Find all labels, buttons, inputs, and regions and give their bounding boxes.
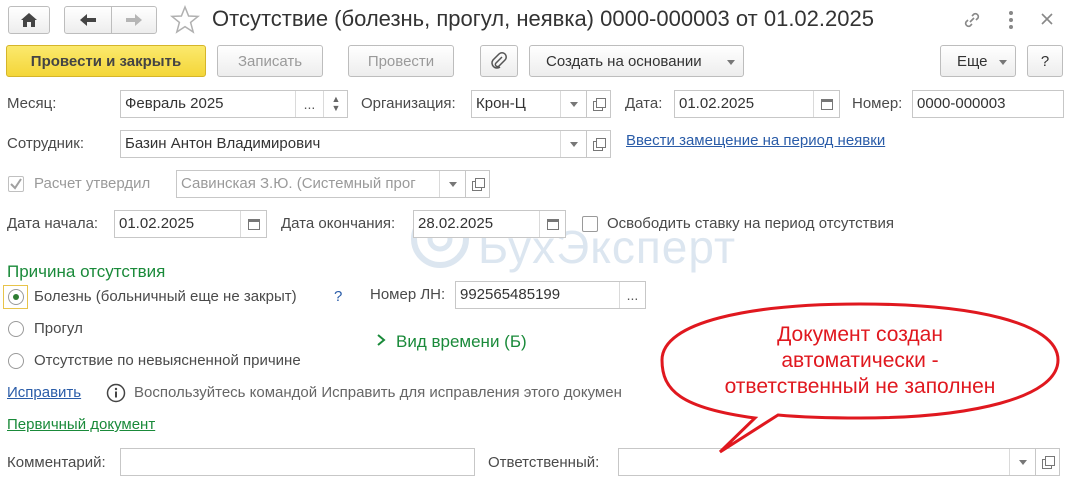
employee-value: Базин Антон Владимирович xyxy=(125,135,321,152)
number-value: 0000-000003 xyxy=(917,95,1006,112)
more-label: Еще xyxy=(957,52,988,70)
close-icon[interactable] xyxy=(1040,12,1054,26)
approved-checkbox[interactable] xyxy=(8,176,24,192)
help-button[interactable]: ? xyxy=(1027,45,1063,77)
attach-button[interactable] xyxy=(480,45,518,77)
chevron-down-icon xyxy=(1018,459,1027,465)
more-vert-icon[interactable] xyxy=(1006,9,1016,31)
sick-number-value: 992565485199 xyxy=(460,286,561,303)
paperclip-icon xyxy=(491,52,507,69)
organization-field[interactable]: Крон-Ц xyxy=(471,90,587,118)
approver-value: Савинская З.Ю. (Системный прог xyxy=(181,175,416,192)
responsible-label: Ответственный: xyxy=(488,454,600,471)
primary-document-link[interactable]: Первичный документ xyxy=(7,416,155,433)
start-date-value: 01.02.2025 xyxy=(119,215,195,232)
page-title: Отсутствие (болезнь, прогул, неявка) 000… xyxy=(212,6,874,31)
create-based-on-button[interactable]: Создать на основании xyxy=(529,45,744,77)
replacement-link[interactable]: Ввести замещение на период неявки xyxy=(626,132,885,149)
calendar-icon xyxy=(546,218,559,230)
release-rate-checkbox[interactable] xyxy=(582,216,598,232)
number-label: Номер: xyxy=(852,95,903,112)
back-button[interactable] xyxy=(64,6,112,34)
approver-dropdown[interactable] xyxy=(439,171,465,197)
sick-number-field[interactable]: 992565485199 ... xyxy=(455,281,646,309)
date-calendar-button[interactable] xyxy=(813,91,839,117)
month-label: Месяц: xyxy=(7,95,57,112)
organization-dropdown[interactable] xyxy=(560,91,586,117)
open-icon xyxy=(471,178,485,191)
chevron-down-icon xyxy=(569,141,578,147)
forward-button[interactable] xyxy=(111,6,157,34)
approver-open-button[interactable] xyxy=(466,170,490,198)
approver-field[interactable]: Савинская З.Ю. (Системный прог xyxy=(176,170,466,198)
arrow-left-icon xyxy=(80,14,96,26)
reason-unknown-label: Отсутствие по невыясненной причине xyxy=(34,352,301,369)
start-date-calendar-button[interactable] xyxy=(240,211,266,237)
chevron-down-icon xyxy=(999,60,1007,65)
approved-label: Расчет утвердил xyxy=(34,175,151,192)
employee-open-button[interactable] xyxy=(587,130,611,158)
help-icon[interactable]: ? xyxy=(334,288,342,305)
comment-field[interactable] xyxy=(120,448,475,476)
chevron-down-icon xyxy=(727,60,735,65)
reason-section-title: Причина отсутствия xyxy=(7,262,166,281)
reason-sick-label: Болезнь (больничный еще не закрыт) xyxy=(34,288,297,305)
more-button[interactable]: Еще xyxy=(940,45,1016,77)
radio-dot xyxy=(13,294,19,300)
start-date-field[interactable]: 01.02.2025 xyxy=(114,210,267,238)
chevron-down-icon xyxy=(448,181,457,187)
star-icon[interactable] xyxy=(170,5,200,35)
date-field[interactable]: 01.02.2025 xyxy=(674,90,840,118)
calendar-icon xyxy=(820,98,833,110)
month-value: Февраль 2025 xyxy=(125,95,224,112)
employee-field[interactable]: Базин Антон Владимирович xyxy=(120,130,587,158)
open-icon xyxy=(592,98,606,111)
start-date-label: Дата начала: xyxy=(7,215,99,232)
chevron-right-icon[interactable] xyxy=(375,333,387,347)
number-field[interactable]: 0000-000003 xyxy=(912,90,1064,118)
fix-link[interactable]: Исправить xyxy=(7,384,81,401)
month-field[interactable]: Февраль 2025 ... ▲ ▼ xyxy=(120,90,348,118)
date-value: 01.02.2025 xyxy=(679,95,755,112)
arrow-right-icon xyxy=(126,14,142,26)
release-rate-label: Освободить ставку на период отсутствия xyxy=(607,215,894,232)
callout-line-1: Документ создан xyxy=(777,323,943,346)
month-select-button[interactable]: ... xyxy=(295,91,323,117)
organization-label: Организация: xyxy=(361,95,456,112)
open-icon xyxy=(592,138,606,151)
end-date-field[interactable]: 28.02.2025 xyxy=(413,210,566,238)
create-based-on-label: Создать на основании xyxy=(546,52,702,70)
home-button[interactable] xyxy=(8,6,50,34)
reason-radio-unknown[interactable] xyxy=(8,353,24,369)
post-button[interactable]: Провести xyxy=(348,45,454,77)
reason-radio-truancy[interactable] xyxy=(8,321,24,337)
info-icon xyxy=(106,383,126,403)
home-icon xyxy=(21,13,37,27)
link-icon[interactable] xyxy=(962,10,982,30)
save-button[interactable]: Записать xyxy=(217,45,323,77)
calendar-icon xyxy=(247,218,260,230)
time-type-toggle[interactable]: Вид времени (Б) xyxy=(396,332,527,352)
post-and-close-button[interactable]: Провести и закрыть xyxy=(6,45,206,77)
reason-radio-sick[interactable] xyxy=(8,289,24,305)
callout-line-3: ответственный не заполнен xyxy=(724,375,996,398)
fix-hint: Воспользуйтесь командой Исправить для ис… xyxy=(134,384,622,401)
reason-truancy-label: Прогул xyxy=(34,320,83,337)
employee-label: Сотрудник: xyxy=(7,135,85,152)
employee-dropdown[interactable] xyxy=(560,131,586,157)
organization-value: Крон-Ц xyxy=(476,95,526,112)
chevron-down-icon xyxy=(569,101,578,107)
callout-line-2: автоматически - xyxy=(781,349,939,372)
comment-label: Комментарий: xyxy=(7,454,106,471)
end-date-calendar-button[interactable] xyxy=(539,211,565,237)
end-date-value: 28.02.2025 xyxy=(418,215,494,232)
date-label: Дата: xyxy=(625,95,663,112)
sick-number-select-button[interactable]: ... xyxy=(619,282,645,308)
organization-open-button[interactable] xyxy=(587,90,611,118)
checkmark-icon xyxy=(10,178,22,190)
end-date-label: Дата окончания: xyxy=(281,215,396,232)
month-spinner[interactable]: ▲ ▼ xyxy=(323,91,347,117)
sick-number-label: Номер ЛН: xyxy=(370,286,446,303)
spin-down-icon: ▼ xyxy=(331,103,341,113)
